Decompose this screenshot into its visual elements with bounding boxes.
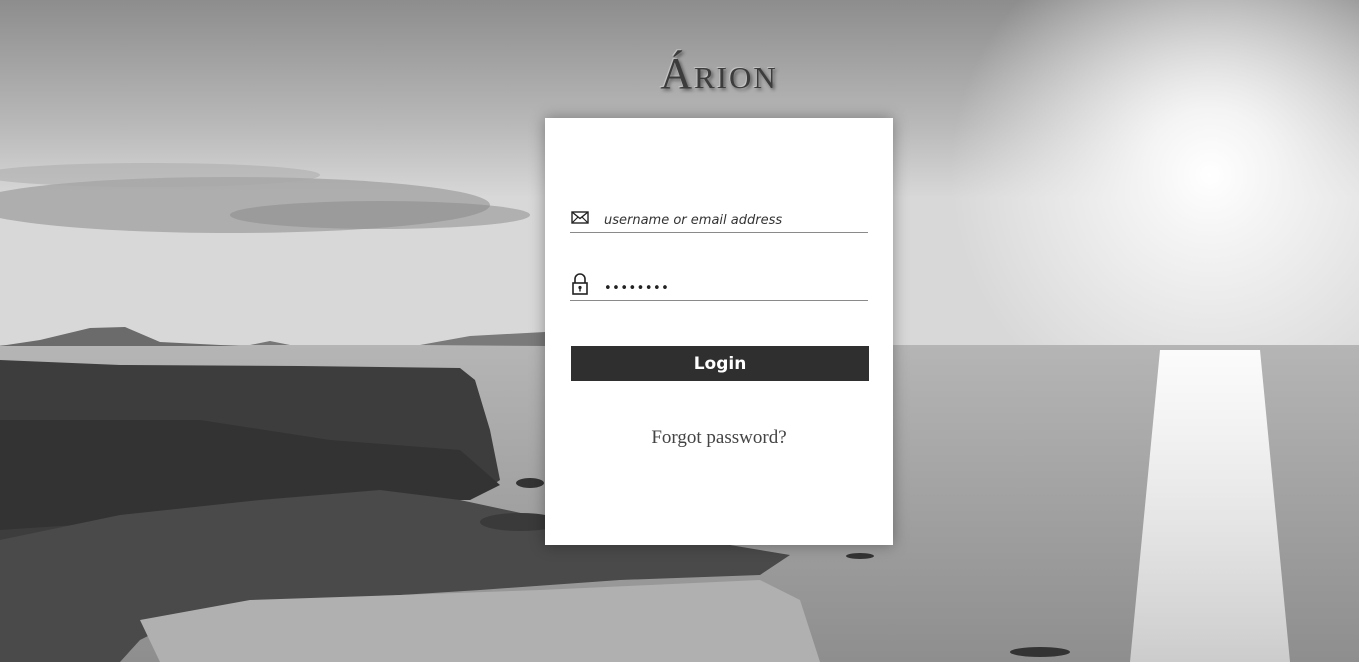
login-button[interactable]: Login bbox=[571, 346, 869, 381]
password-field bbox=[570, 270, 868, 301]
username-input[interactable] bbox=[604, 209, 866, 231]
lock-icon bbox=[571, 273, 589, 295]
username-field bbox=[570, 202, 868, 233]
login-card: Login Forgot password? bbox=[545, 118, 893, 545]
password-input[interactable] bbox=[604, 277, 866, 299]
forgot-password-link[interactable]: Forgot password? bbox=[545, 427, 893, 449]
brand-title: Árion bbox=[660, 49, 778, 98]
envelope-icon bbox=[571, 205, 589, 227]
